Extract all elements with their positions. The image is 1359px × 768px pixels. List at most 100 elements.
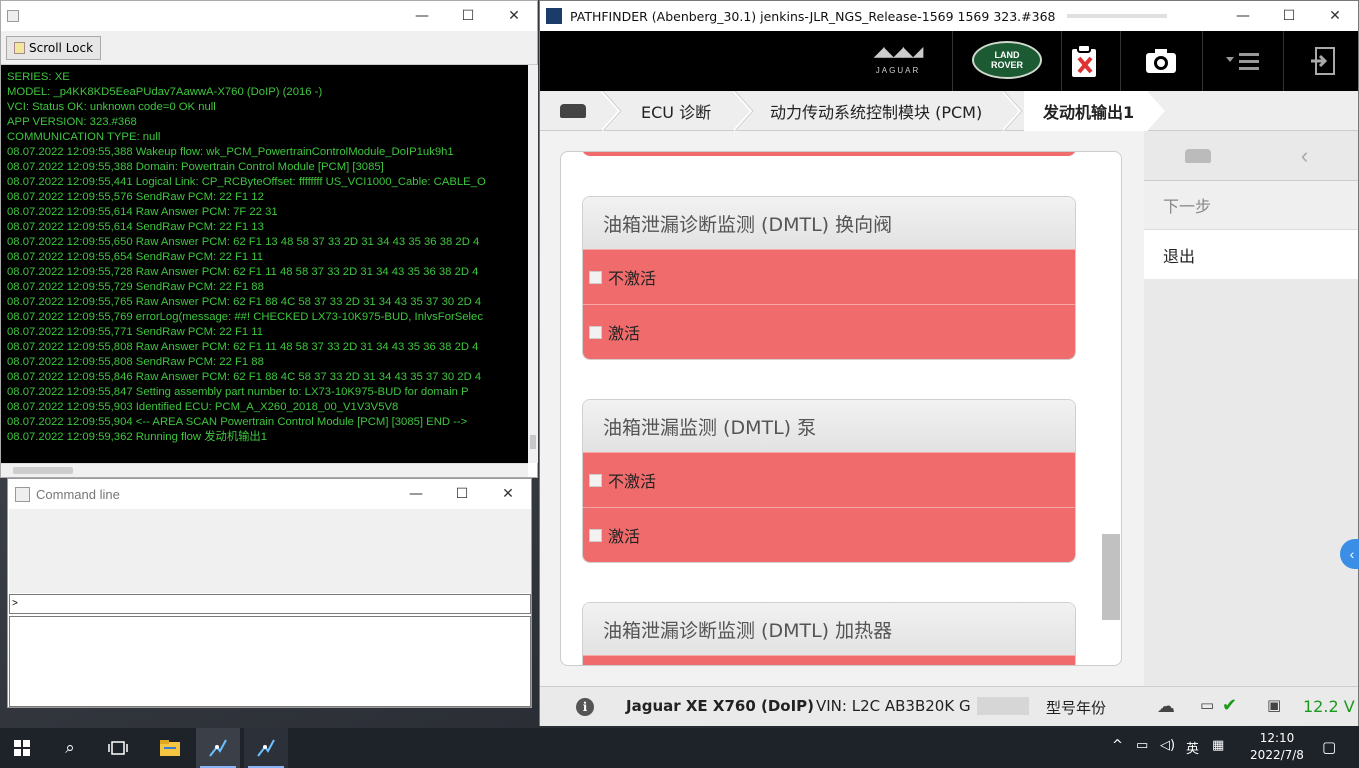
option-activate[interactable]: 激活 [583,304,1075,359]
computer-icon: ▭ [1200,696,1215,714]
clipboard-cancel-icon[interactable] [1044,31,1124,91]
logout-icon[interactable] [1283,31,1359,91]
log-output[interactable]: SERIES: XE MODEL: _p4KK8KD5EeaPUdav7Aaww… [1,65,528,463]
collapse-chevron-icon[interactable]: ‹ [1340,539,1359,569]
log-line: 08.07.2022 12:09:55,904 <-- AREA SCAN Po… [7,416,468,428]
log-line: 08.07.2022 12:09:55,441 Logical Link: CP… [7,176,486,188]
search-icon[interactable]: ⌕ [48,728,92,768]
lock-icon [14,41,25,54]
minimize-button[interactable]: — [399,1,445,31]
volume-icon[interactable]: ◁) [1160,738,1175,753]
main-content: 油箱泄漏诊断监测 (DMTL) 换向阀 不激活 激活 油箱泄漏监测 (DMTL)… [540,131,1144,686]
command-output[interactable] [9,616,531,707]
option-label: 不激活 [608,472,657,491]
logger-titlebar[interactable]: — ☐ ✕ [1,1,537,31]
log-line: 08.07.2022 12:09:55,808 SendRaw PCM: 22 … [7,356,264,368]
minimize-button[interactable]: — [1220,1,1266,31]
jaguar-leaper-icon: ◢◣◢◣◢ [873,43,924,59]
option-activate[interactable]: 激活 [583,507,1075,562]
breadcrumb-separator [1003,91,1023,131]
land-rover-wordmark-bottom: ROVER [990,60,1023,70]
group-title: 油箱泄漏监测 (DMTL) 泵 [583,400,1075,452]
car-icon[interactable] [1144,131,1251,180]
jaguar-logo: ◢◣◢◣◢ JAGUAR [862,43,934,83]
close-button[interactable]: ✕ [485,479,531,509]
input-method-indicator[interactable]: 英 [1186,738,1199,757]
maximize-button[interactable]: ☐ [439,479,485,509]
log-horizontal-scrollbar[interactable] [1,463,528,477]
maximize-button[interactable]: ☐ [1266,1,1312,31]
chevron-up-icon[interactable]: ^ [1112,738,1123,753]
command-input[interactable]: > [9,594,531,614]
option-row-partial[interactable] [583,655,1075,665]
log-line: APP VERSION: 323.#368 [7,116,137,128]
scroll-thumb[interactable] [13,467,73,474]
car-icon [560,104,586,118]
camera-icon[interactable] [1121,31,1201,91]
option-deactivate[interactable]: 不激活 [583,452,1075,507]
clock[interactable]: 12:10 2022/7/8 [1245,730,1309,764]
logger-window: — ☐ ✕ Scroll Lock SERIES: XE MODEL: _p4K… [0,0,538,478]
pathfinder-taskbar-icon[interactable] [196,728,240,768]
car-icon-shape [1184,148,1211,163]
clock-time: 12:10 [1259,731,1295,745]
task-view-icon[interactable] [96,728,140,768]
app-header: ◢◣◢◣◢ JAGUAR LAND ROVER [540,31,1358,91]
command-line-window: Command line — ☐ ✕ > [7,478,532,708]
checkbox[interactable] [589,325,602,339]
exit-button[interactable]: 退出 [1144,230,1358,279]
checkbox[interactable] [589,270,602,284]
breadcrumb-ecu-diagnostics[interactable]: ECU 诊断 [641,91,711,131]
notification-icon[interactable]: ▢ [1322,738,1336,756]
log-line: 08.07.2022 12:09:55,808 Raw Answer PCM: … [7,341,479,353]
breadcrumb-pcm[interactable]: 动力传动系统控制模块 (PCM) [770,91,982,131]
file-explorer-icon[interactable] [148,728,192,768]
log-line: 08.07.2022 12:09:55,654 SendRaw PCM: 22 … [7,251,264,263]
land-rover-wordmark-top: LAND [994,50,1020,60]
option-label: 激活 [608,324,641,343]
log-line: 08.07.2022 12:09:55,388 Wakeup flow: wk_… [7,146,454,158]
command-line-titlebar[interactable]: Command line — ☐ ✕ [8,479,531,509]
dmtl-valve-group: 油箱泄漏诊断监测 (DMTL) 换向阀 不激活 激活 [582,196,1076,360]
checkmark-icon: ✔ [1222,695,1238,716]
logger-toolbar: Scroll Lock [1,31,537,65]
log-line: COMMUNICATION TYPE: null [7,131,161,143]
group-title: 油箱泄漏诊断监测 (DMTL) 换向阀 [583,197,1075,249]
checkbox[interactable] [589,528,602,542]
windows-logo-icon [14,740,30,756]
menu-icon[interactable] [1203,31,1283,91]
log-line: 08.07.2022 12:09:55,729 SendRaw PCM: 22 … [7,281,264,293]
log-line: 08.07.2022 12:09:55,769 errorLog(message… [7,311,483,323]
log-vertical-scrollbar[interactable] [528,65,538,463]
pathfinder-logger-taskbar-icon[interactable] [244,728,288,768]
next-step-button[interactable]: 下一步 [1144,181,1358,230]
vci-icon: ▣ [1267,696,1282,714]
ime-mode-icon[interactable]: ▦ [1212,738,1224,753]
close-button[interactable]: ✕ [1312,1,1358,31]
breadcrumb-home[interactable] [560,91,586,131]
scroll-thumb[interactable] [1102,534,1120,620]
network-icon[interactable]: ▭ [1136,738,1148,753]
start-button[interactable] [0,728,44,768]
minimize-button[interactable]: — [393,479,439,509]
scroll-thumb[interactable] [530,435,536,449]
scroll-lock-button[interactable]: Scroll Lock [6,35,102,60]
pathfinder-titlebar[interactable]: PATHFINDER (Abenberg_30.1) jenkins-JLR_N… [540,1,1358,31]
option-deactivate[interactable]: 不激活 [583,249,1075,304]
log-line: MODEL: _p4KK8KD5EeaPUdav7AawwA-X760 (DoI… [7,86,323,98]
close-button[interactable]: ✕ [491,1,537,31]
info-icon[interactable]: i [576,698,594,716]
maximize-button[interactable]: ☐ [445,1,491,31]
model-year-label: 型号年份 [1046,699,1107,717]
title-progress [1067,14,1168,18]
log-line: 08.07.2022 12:09:59,362 Running flow 发动机… [7,431,267,443]
clock-date: 2022/7/8 [1250,748,1304,762]
log-line: 08.07.2022 12:09:55,903 Identified ECU: … [7,401,399,413]
back-chevron-icon[interactable]: ‹ [1251,131,1358,180]
output-panel[interactable]: 油箱泄漏诊断监测 (DMTL) 换向阀 不激活 激活 油箱泄漏监测 (DMTL)… [560,151,1122,666]
checkbox[interactable] [589,473,602,487]
group-title: 油箱泄漏诊断监测 (DMTL) 加热器 [583,603,1075,655]
window-title: PATHFINDER (Abenberg_30.1) jenkins-JLR_N… [570,8,1056,24]
command-history [9,509,531,593]
option-label: 激活 [608,527,641,546]
